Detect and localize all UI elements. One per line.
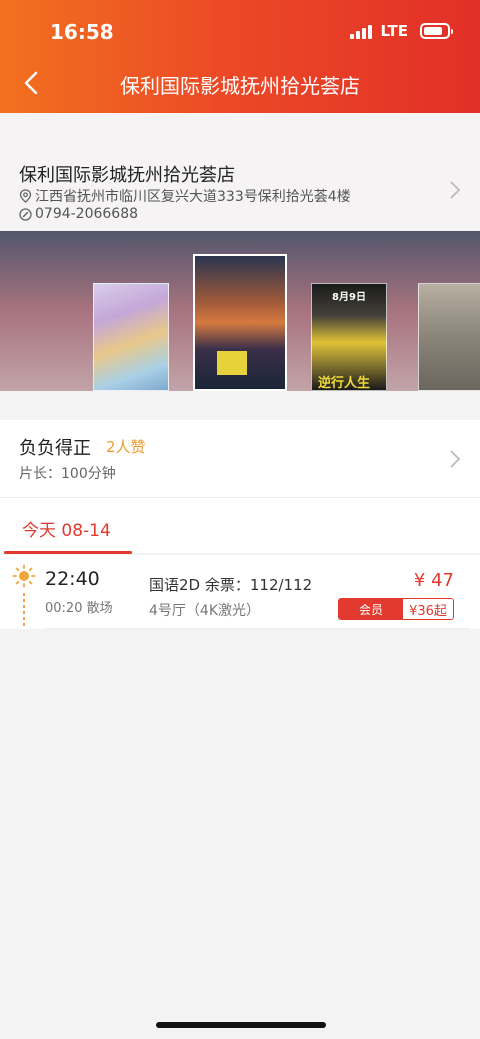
movie-poster-selected[interactable] <box>193 254 287 391</box>
movie-poster[interactable]: 8月9日 逆行人生 <box>311 283 387 391</box>
cinema-name: 保利国际影城抚州拾光荟店 <box>19 165 235 186</box>
ticket-price: ¥ 47 <box>413 570 454 591</box>
cinema-address: 江西省抚州市临川区复兴大道333号保利拾光荟4楼 <box>19 186 351 206</box>
member-price-badge[interactable]: 会员 ¥36起 <box>338 598 454 620</box>
battery-icon <box>420 23 453 39</box>
poster-date: 8月9日 <box>332 292 366 303</box>
status-icons: LTE <box>350 22 453 40</box>
movie-title: 负负得正 <box>19 438 91 459</box>
header-bar: 16:58 LTE 保利国际影城抚州拾光荟店 <box>0 0 480 113</box>
movie-duration: 片长：100分钟 <box>19 466 116 482</box>
signal-icon <box>350 23 373 39</box>
member-price: ¥36起 <box>403 599 453 619</box>
timeline-dots <box>23 593 25 629</box>
cinema-phone[interactable]: 0794-2066688 <box>19 206 138 222</box>
movie-poster[interactable] <box>93 283 169 391</box>
hall-name: 4号厅（4K激光） <box>149 603 260 619</box>
phone-icon <box>19 207 32 221</box>
location-pin-icon <box>19 189 32 203</box>
movie-likes: 2人赞 <box>106 438 146 456</box>
status-time: 16:58 <box>50 20 114 44</box>
home-indicator[interactable] <box>156 1022 326 1028</box>
page-title: 保利国际影城抚州拾光荟店 <box>120 74 360 98</box>
cinema-phone-text: 0794-2066688 <box>35 206 139 222</box>
movie-poster[interactable] <box>418 283 480 391</box>
member-label: 会员 <box>339 599 403 619</box>
start-time: 22:40 <box>45 568 100 590</box>
cinema-info-card[interactable]: 保利国际影城抚州拾光荟店 江西省抚州市临川区复兴大道333号保利拾光荟4楼 07… <box>0 113 480 231</box>
active-tab-indicator <box>4 551 132 554</box>
chevron-right-icon <box>450 450 461 468</box>
showtime-row[interactable]: 22:40 00:20 散场 国语2D 余票：112/112 4号厅（4K激光）… <box>0 555 480 629</box>
tab-today[interactable]: 今天 08-14 <box>22 516 111 541</box>
date-tabs: 今天 08-14 <box>0 497 480 554</box>
language-seats: 国语2D 余票：112/112 <box>149 576 313 594</box>
end-time: 00:20 散场 <box>45 601 113 616</box>
poster-carousel[interactable]: 8月9日 逆行人生 <box>0 231 480 391</box>
network-label: LTE <box>380 22 408 40</box>
chevron-right-icon <box>450 181 461 199</box>
poster-title-art <box>217 351 247 375</box>
sun-icon <box>12 564 36 588</box>
cinema-address-text: 江西省抚州市临川区复兴大道333号保利拾光荟4楼 <box>35 189 351 205</box>
row-divider <box>45 628 470 629</box>
movie-info-card[interactable]: 负负得正 2人赞 片长：100分钟 <box>0 420 480 497</box>
poster-tag: 逆行人生 <box>318 376 371 391</box>
